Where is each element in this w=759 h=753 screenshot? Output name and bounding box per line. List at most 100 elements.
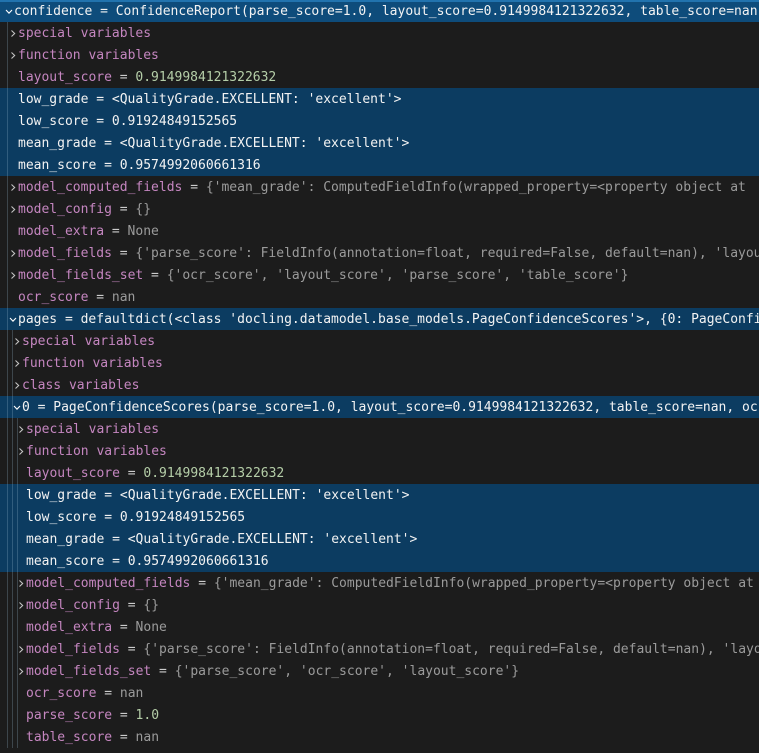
variable-name: layout_score [26, 466, 120, 481]
equals-sign: = [198, 576, 206, 591]
variable-row[interactable]: low_grade=<QualityGrade.EXCELLENT: 'exce… [0, 88, 759, 110]
variable-value: {'parse_score': FieldInfo(annotation=flo… [143, 642, 759, 657]
variable-row[interactable]: confidence = ConfidenceReport(parse_score=… [0, 0, 759, 22]
chevron-right-icon[interactable] [12, 374, 22, 396]
variable-row[interactable]: ocr_score=nan [0, 286, 759, 308]
variable-row[interactable]: model_config={} [0, 594, 759, 616]
equals-sign: = [96, 114, 104, 129]
twisty-spacer [16, 704, 26, 726]
chevron-right-icon[interactable] [8, 44, 18, 66]
chevron-down-icon[interactable] [4, 0, 14, 22]
variable-row[interactable]: model_computed_fields={'mean_grade': Com… [0, 572, 759, 594]
variable-row[interactable]: model_extra=None [0, 220, 759, 242]
variable-name: parse_score [26, 708, 112, 723]
twisty-spacer [8, 220, 18, 242]
equals-sign: = [38, 400, 46, 415]
twisty-spacer [16, 484, 26, 506]
variable-row[interactable]: model_fields_set={'parse_score', 'ocr_sc… [0, 660, 759, 682]
equals-sign: = [65, 312, 73, 327]
variable-name: low_grade [18, 92, 88, 107]
chevron-right-icon[interactable] [16, 418, 26, 440]
chevron-right-icon[interactable] [16, 440, 26, 462]
variable-value: nan [112, 290, 135, 305]
variable-row[interactable]: layout_score=0.9149984121322632 [0, 66, 759, 88]
group-row[interactable]: special variables [0, 22, 759, 44]
variable-row[interactable]: low_grade=<QualityGrade.EXCELLENT: 'exce… [0, 484, 759, 506]
variable-row[interactable]: model_extra=None [0, 616, 759, 638]
chevron-right-icon[interactable] [8, 242, 18, 264]
variable-value: 0.9149984121322632 [135, 70, 276, 85]
twisty-spacer [8, 286, 18, 308]
chevron-right-icon[interactable] [8, 22, 18, 44]
variable-name: confidence [14, 4, 92, 19]
chevron-right-icon[interactable] [8, 176, 18, 198]
variable-row[interactable]: low_score=0.91924849152565 [0, 110, 759, 132]
chevron-right-icon[interactable] [12, 330, 22, 352]
variable-value: defaultdict(<class 'docling.datamodel.ba… [81, 312, 759, 327]
variable-row[interactable]: pages=defaultdict(<class 'docling.datamo… [0, 308, 759, 330]
equals-sign: = [112, 554, 120, 569]
variable-value: 0.9574992060661316 [120, 158, 261, 173]
chevron-down-icon[interactable] [8, 308, 18, 330]
variable-name: mean_grade [26, 532, 104, 547]
group-row[interactable]: special variables [0, 418, 759, 440]
variable-value: {} [143, 598, 159, 613]
equals-sign: = [100, 4, 108, 19]
variable-value: <QualityGrade.EXCELLENT: 'excellent'> [128, 532, 418, 547]
chevron-right-icon[interactable] [16, 638, 26, 660]
equals-sign: = [96, 290, 104, 305]
variable-row[interactable]: table_score=nan [0, 726, 759, 748]
variable-value: None [136, 620, 167, 635]
variable-value: None [128, 224, 159, 239]
variable-row[interactable]: mean_grade=<QualityGrade.EXCELLENT: 'exc… [0, 132, 759, 154]
variable-row[interactable]: mean_score=0.9574992060661316 [0, 550, 759, 572]
variable-row[interactable]: ocr_score=nan [0, 682, 759, 704]
chevron-right-icon[interactable] [16, 660, 26, 682]
equals-sign: = [120, 708, 128, 723]
variable-row[interactable]: 0=PageConfidenceScores(parse_score=1.0, … [0, 396, 759, 418]
group-label: function variables [26, 444, 167, 459]
group-row[interactable]: class variables [0, 374, 759, 396]
chevron-right-icon[interactable] [16, 572, 26, 594]
variable-name: mean_grade [18, 136, 96, 151]
twisty-spacer [8, 66, 18, 88]
group-label: special variables [22, 334, 155, 349]
variable-row[interactable]: model_fields={'parse_score': FieldInfo(a… [0, 638, 759, 660]
variable-row[interactable]: model_config={} [0, 198, 759, 220]
group-row[interactable]: function variables [0, 352, 759, 374]
variable-name: low_score [26, 510, 96, 525]
variable-row[interactable]: low_score=0.91924849152565 [0, 506, 759, 528]
variable-value: PageConfidenceScores(parse_score=1.0, la… [53, 400, 759, 415]
variable-name: model_config [26, 598, 120, 613]
equals-sign: = [120, 730, 128, 745]
variable-name: model_fields_set [26, 664, 151, 679]
variable-row[interactable]: model_fields={'parse_score': FieldInfo(a… [0, 242, 759, 264]
variable-row[interactable]: mean_grade=<QualityGrade.EXCELLENT: 'exc… [0, 528, 759, 550]
chevron-right-icon[interactable] [8, 198, 18, 220]
group-label: function variables [18, 48, 159, 63]
variable-name: layout_score [18, 70, 112, 85]
chevron-right-icon[interactable] [12, 352, 22, 374]
equals-sign: = [120, 620, 128, 635]
group-row[interactable]: function variables [0, 440, 759, 462]
variable-row[interactable]: model_fields_set={'ocr_score', 'layout_s… [0, 264, 759, 286]
variable-row[interactable]: layout_score=0.9149984121322632 [0, 462, 759, 484]
twisty-spacer [16, 550, 26, 572]
equals-sign: = [120, 246, 128, 261]
variable-value: <QualityGrade.EXCELLENT: 'excellent'> [120, 488, 410, 503]
variable-row[interactable]: mean_score=0.9574992060661316 [0, 154, 759, 176]
equals-sign: = [128, 642, 136, 657]
chevron-right-icon[interactable] [16, 594, 26, 616]
variable-value: ConfidenceReport(parse_score=1.0, layout… [116, 4, 759, 19]
variable-row[interactable]: parse_score=1.0 [0, 704, 759, 726]
variable-name: mean_score [26, 554, 104, 569]
group-row[interactable]: special variables [0, 330, 759, 352]
twisty-spacer [16, 506, 26, 528]
variable-name: model_extra [18, 224, 104, 239]
variable-row[interactable]: model_computed_fields={'mean_grade': Com… [0, 176, 759, 198]
equals-sign: = [190, 180, 198, 195]
equals-sign: = [128, 466, 136, 481]
chevron-right-icon[interactable] [8, 264, 18, 286]
chevron-down-icon[interactable] [12, 396, 22, 418]
group-row[interactable]: function variables [0, 44, 759, 66]
